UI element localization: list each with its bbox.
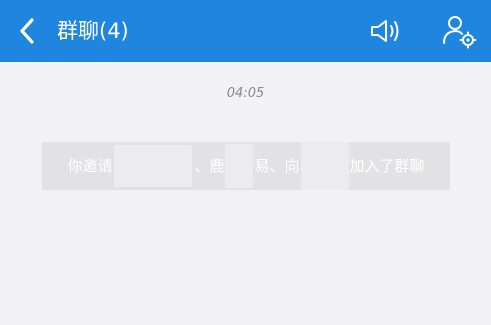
redacted-name-block [114, 145, 193, 187]
system-message-part: 易 [254, 157, 270, 175]
speaker-icon [371, 20, 399, 42]
group-settings-button[interactable] [440, 12, 478, 50]
system-message: 你邀请 、 鹿 易 、 向 加入了群聊 [42, 142, 450, 190]
system-message-part: 加入了群聊 [349, 157, 425, 175]
back-button[interactable] [12, 14, 42, 48]
redacted-name-block [300, 142, 349, 190]
redacted-name-block [225, 144, 254, 188]
chat-title: 群聊(4) [57, 19, 129, 43]
system-message-separator: 、 [194, 157, 210, 175]
message-timestamp: 04:05 [226, 86, 265, 101]
group-settings-icon [443, 16, 477, 49]
system-message-part: 鹿 [209, 157, 225, 175]
system-message-text: 你邀请 、 鹿 易 、 向 加入了群聊 [67, 142, 425, 190]
system-message-part: 你邀请 [67, 157, 113, 175]
chevron-left-icon [20, 18, 34, 44]
chat-area[interactable]: 04:05 你邀请 、 鹿 易 、 向 加入了群聊 [0, 62, 491, 325]
system-message-part: 向 [284, 157, 300, 175]
title-bar: 群聊(4) [0, 0, 491, 62]
system-message-separator: 、 [269, 157, 285, 175]
speaker-button[interactable] [366, 14, 404, 48]
